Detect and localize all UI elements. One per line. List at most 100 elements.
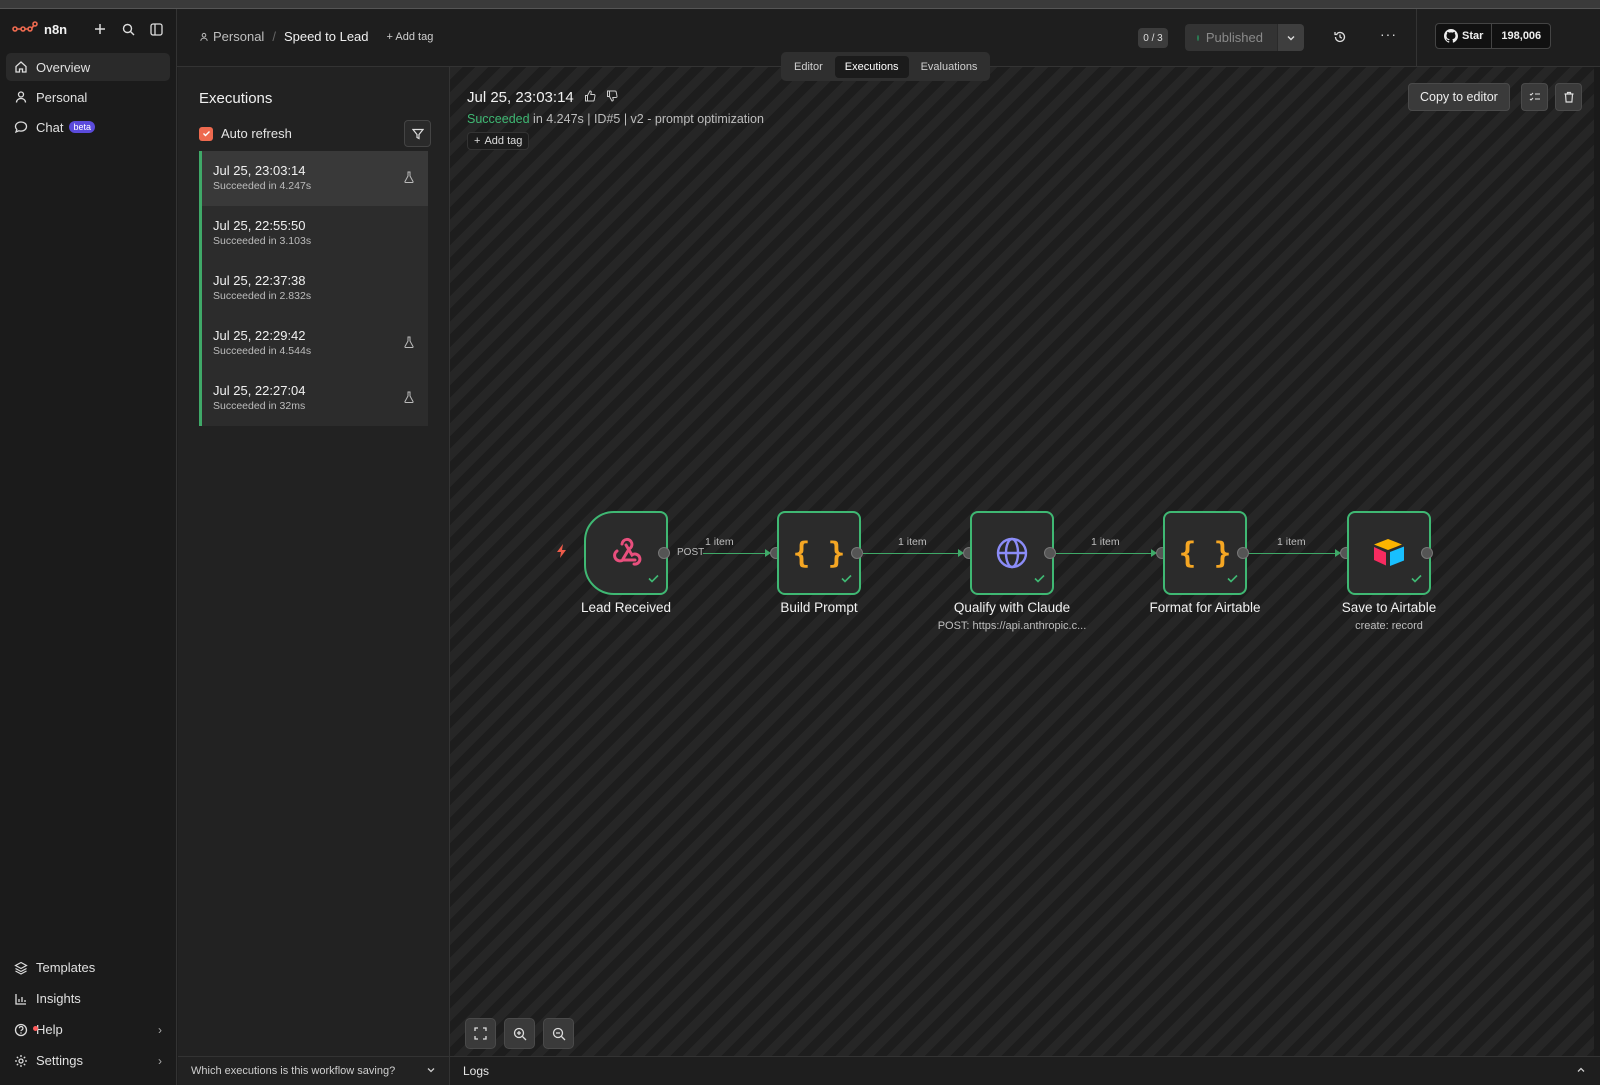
execution-item[interactable]: Jul 25, 22:29:42 Succeeded in 4.544s (199, 316, 428, 371)
workflow-tabs: Editor Executions Evaluations (781, 52, 991, 81)
execution-time: Jul 25, 22:37:38 (213, 273, 306, 288)
output-port[interactable] (1044, 547, 1056, 559)
output-port[interactable] (851, 547, 863, 559)
node-label: Save to Airtable (1341, 600, 1437, 615)
logo-row: n8n (0, 9, 176, 49)
header-add-tag[interactable]: + Add tag (387, 31, 434, 43)
execution-status: Succeeded in 2.832s (213, 290, 312, 302)
chevron-right-icon: › (158, 1022, 162, 1037)
output-port[interactable] (1237, 547, 1249, 559)
executions-saving-info[interactable]: Which executions is this workflow saving… (178, 1056, 450, 1085)
sidebar-item-chat[interactable]: Chat beta (6, 113, 170, 141)
node-format-for-airtable[interactable]: { } (1163, 511, 1247, 595)
main-sidebar: n8n Overview Personal Chat beta Template… (0, 9, 177, 1085)
node-label: Lead Received (580, 600, 672, 615)
sidebar-item-templates[interactable]: Templates (6, 953, 170, 982)
execution-time: Jul 25, 22:27:04 (213, 383, 306, 398)
help-notification-dot (33, 1026, 38, 1031)
chevron-down-icon (1287, 35, 1295, 40)
add-tag-label: Add tag (484, 135, 523, 147)
collapse-sidebar-icon[interactable] (148, 21, 164, 37)
connection-line (863, 553, 962, 554)
plus-icon: + (474, 135, 481, 147)
history-icon[interactable] (1333, 30, 1347, 49)
chevron-up-icon[interactable] (1576, 1064, 1586, 1078)
execution-status: Succeeded in 4.544s (213, 345, 312, 357)
workflow-canvas[interactable]: Jul 25, 23:03:14 Succeeded in 4.247s | I… (450, 67, 1600, 1056)
execution-add-tag[interactable]: + Add tag (467, 132, 530, 150)
globe-icon (996, 537, 1028, 569)
user-icon (15, 91, 27, 103)
search-icon[interactable] (120, 21, 136, 37)
execution-time: Jul 25, 22:29:42 (213, 328, 306, 343)
github-star-widget[interactable]: Star 198,006 (1435, 23, 1552, 49)
node-lead-received[interactable] (584, 511, 668, 595)
breadcrumb-project[interactable]: Personal (199, 29, 264, 44)
tab-editor[interactable]: Editor (784, 56, 833, 78)
node-qualify-with-claude[interactable] (970, 511, 1054, 595)
node-label: Format for Airtable (1149, 600, 1261, 615)
trigger-bolt-icon (556, 544, 568, 563)
connection-label: 1 item (1091, 536, 1120, 548)
sidebar-item-help[interactable]: Help › (6, 1015, 170, 1044)
execution-counter: 0 / 3 (1138, 28, 1168, 48)
delete-execution-button[interactable] (1555, 83, 1582, 111)
debug-in-editor-button[interactable] (1521, 83, 1548, 111)
trash-icon (1564, 91, 1573, 103)
github-star-button[interactable]: Star (1436, 24, 1493, 48)
sidebar-item-label: Overview (36, 59, 91, 75)
tab-executions[interactable]: Executions (834, 55, 909, 78)
published-button[interactable]: Published (1185, 24, 1277, 51)
execution-status-label: Succeeded (467, 112, 530, 126)
breadcrumb-project-label: Personal (213, 29, 265, 44)
github-star-label: Star (1462, 30, 1484, 42)
connection-label: 1 item (705, 536, 734, 548)
zoom-out-button[interactable] (543, 1018, 574, 1049)
thumbs-up-icon[interactable] (584, 89, 596, 106)
publish-dropdown-button[interactable] (1277, 24, 1304, 51)
add-icon[interactable] (92, 21, 108, 37)
executions-panel: Executions Auto refresh Jul 25, 23:03:14… (178, 67, 450, 1085)
logs-panel-bar[interactable]: Logs (450, 1056, 1600, 1085)
filter-button[interactable] (404, 120, 431, 147)
execution-status: Succeeded in 32ms (213, 400, 306, 412)
execution-status: Succeeded in 3.103s (213, 235, 312, 247)
output-port[interactable] (1421, 547, 1433, 559)
sidebar-item-overview[interactable]: Overview (6, 53, 170, 81)
github-star-count: 198,006 (1501, 30, 1542, 42)
execution-header: Jul 25, 23:03:14 Succeeded in 4.247s | I… (467, 89, 764, 150)
n8n-logo-icon (12, 20, 38, 38)
sidebar-item-settings[interactable]: Settings › (6, 1046, 170, 1075)
auto-refresh-toggle[interactable]: Auto refresh (199, 126, 292, 141)
sidebar-item-label: Insights (36, 991, 81, 1006)
node-label: Qualify with Claude (953, 600, 1071, 615)
sidebar-item-personal[interactable]: Personal (6, 83, 170, 111)
sidebar-item-label: Chat (36, 119, 64, 135)
execution-item[interactable]: Jul 25, 22:37:38 Succeeded in 2.832s (199, 261, 428, 316)
node-save-to-airtable[interactable] (1347, 511, 1431, 595)
copy-to-editor-button[interactable]: Copy to editor (1408, 83, 1510, 111)
fit-view-button[interactable] (465, 1018, 496, 1049)
sidebar-item-label: Settings (36, 1053, 83, 1068)
execution-item[interactable]: Jul 25, 22:27:04 Succeeded in 32ms (199, 371, 428, 426)
flask-icon (404, 335, 414, 353)
list-check-icon (1529, 92, 1540, 101)
node-label: Build Prompt (780, 600, 858, 615)
chat-icon (14, 121, 28, 134)
zoom-in-button[interactable] (504, 1018, 535, 1049)
node-build-prompt[interactable]: { } (777, 511, 861, 595)
more-options-icon[interactable]: ··· (1380, 26, 1397, 42)
workflow-name[interactable]: Speed to Lead (284, 29, 369, 44)
breadcrumb: Personal / Speed to Lead + Add tag (199, 29, 433, 44)
sidebar-item-insights[interactable]: Insights (6, 984, 170, 1013)
execution-item[interactable]: Jul 25, 23:03:14 Succeeded in 4.247s (199, 151, 428, 206)
execution-item[interactable]: Jul 25, 22:55:50 Succeeded in 3.103s (199, 206, 428, 261)
thumbs-down-icon[interactable] (606, 89, 618, 106)
auto-refresh-checkbox[interactable] (199, 126, 213, 141)
sidebar-item-label: Help (36, 1022, 63, 1037)
templates-icon (14, 961, 28, 975)
github-icon (1444, 29, 1458, 43)
tab-evaluations[interactable]: Evaluations (911, 56, 988, 78)
chevron-down-icon (426, 1065, 436, 1078)
output-port[interactable] (658, 547, 670, 559)
